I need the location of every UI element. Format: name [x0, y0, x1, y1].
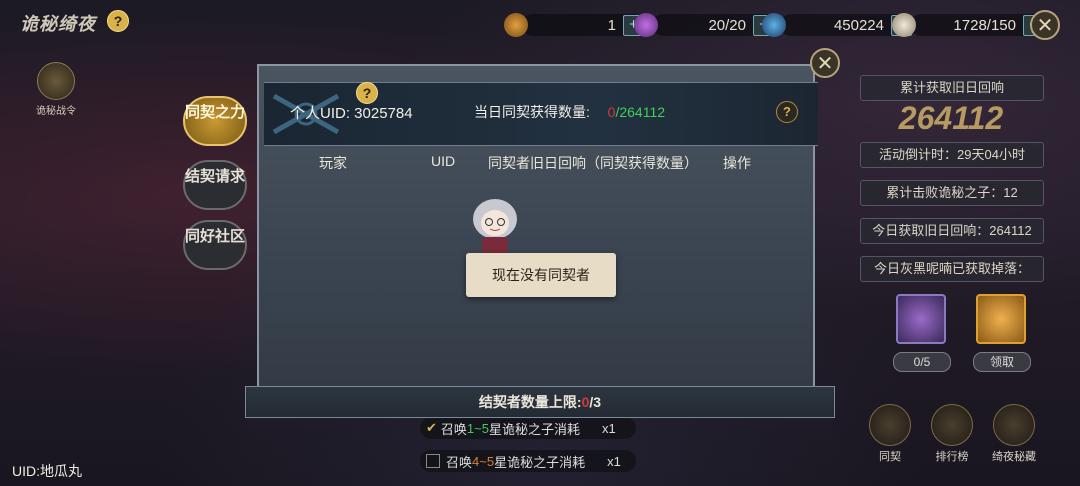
column-uid: UID [431, 153, 456, 169]
resource-potion: 20/20 + [634, 12, 776, 38]
defeated-count: 累计击败诡秘之子：12 [860, 180, 1044, 206]
today-echo: 今日获取旧日回响：264112 [860, 218, 1044, 244]
feather-icon [892, 13, 916, 37]
checkbox-checked-icon[interactable]: ✔ [426, 420, 437, 436]
resource-bag: 1 + [504, 12, 646, 38]
claim-button[interactable]: 领取 [973, 352, 1031, 372]
sword-icon [762, 13, 786, 37]
resource-value: 20/20 [708, 16, 746, 34]
resource-value: 450224 [833, 16, 884, 34]
contract-icon [869, 404, 911, 446]
column-echo: 同契者旧日回响（同契获得数量） [488, 155, 698, 171]
page-title: 诡秘绮夜 [20, 14, 96, 34]
column-action: 操作 [723, 155, 751, 171]
info-help-icon[interactable]: ? [776, 101, 798, 123]
battle-pass-label: 诡秘战令 [36, 106, 76, 117]
countdown-text: 活动倒计时：29天04小时 [860, 142, 1044, 168]
uid-help-icon[interactable]: ? [356, 82, 378, 104]
user-uid: UID:地瓜丸 [12, 463, 82, 479]
resource-value: 1728/150 [953, 16, 1016, 34]
daily-contract-count: 当日同契获得数量: 0/264112 [474, 104, 666, 120]
purple-potion-icon[interactable] [896, 294, 946, 344]
total-echo-label: 累计获取旧日回响 [860, 75, 1044, 101]
today-drop: 今日灰黑呢喃已获取掉落： [860, 256, 1044, 282]
tab-contract-power[interactable]: 同契之力 [183, 96, 247, 146]
contract-limit-bar: 结契者数量上限:0/3 [245, 386, 835, 418]
close-modal-button[interactable]: ✕ [810, 48, 840, 78]
checkbox-empty-icon[interactable] [426, 454, 440, 468]
bag-icon [504, 13, 528, 37]
treasure-icon [993, 404, 1035, 446]
tab-community[interactable]: 同好社区 [183, 220, 247, 270]
battle-pass-icon [37, 62, 75, 100]
orange-potion-icon[interactable] [976, 294, 1026, 344]
help-icon[interactable]: ? [107, 10, 129, 32]
leaderboard-button[interactable]: 排行榜 [930, 404, 974, 464]
summon-row-1[interactable]: ✔ 召唤 1~5 星诡秘之子消耗 x1 [420, 417, 636, 439]
personal-uid: 个人UID: 3025784 [290, 105, 413, 122]
close-page-button[interactable]: ✕ [1030, 10, 1060, 40]
tab-contract-requests[interactable]: 结契请求 [183, 160, 247, 210]
contract-button[interactable]: 同契 [868, 404, 912, 464]
column-player: 玩家 [319, 155, 347, 171]
leaderboard-icon [931, 404, 973, 446]
mascot-icon [473, 199, 517, 253]
battle-pass-button[interactable]: 诡秘战令 [30, 62, 82, 117]
resource-value: 1 [607, 16, 616, 34]
total-echo-value: 264112 [898, 100, 1004, 136]
resource-feather: 1728/150 + [892, 12, 1046, 38]
empty-state-message: 现在没有同契者 [466, 253, 616, 297]
summon-row-2[interactable]: 召唤 4~5 星诡秘之子消耗 x1 [420, 450, 636, 472]
potion-icon [634, 13, 658, 37]
potion-count-badge: 0/5 [893, 352, 951, 372]
treasure-button[interactable]: 绮夜秘藏 [992, 404, 1036, 464]
